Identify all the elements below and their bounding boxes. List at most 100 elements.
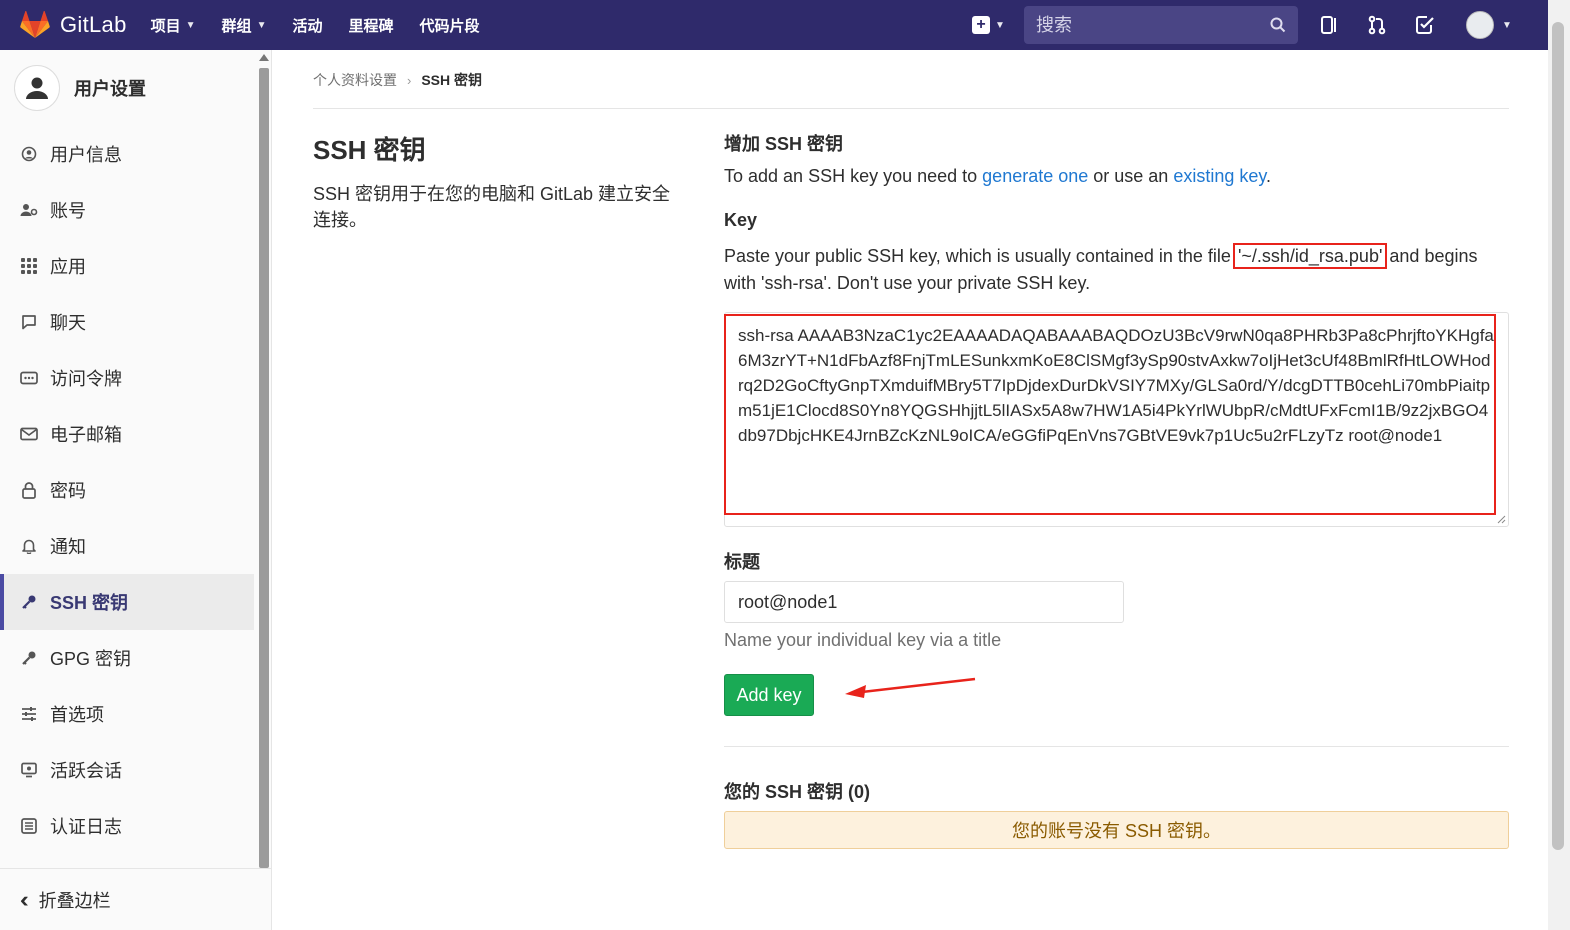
generate-one-link[interactable]: generate one [982, 166, 1088, 186]
brand-name: GitLab [60, 12, 127, 37]
preferences-icon [20, 705, 38, 723]
sidebar-item-label: 电子邮箱 [50, 425, 122, 445]
sidebar-item-applications[interactable]: 应用 [0, 238, 254, 294]
collapse-sidebar-label: 折叠边栏 [38, 890, 111, 911]
sidebar-item-auth-log[interactable]: 认证日志 [0, 798, 254, 854]
divider [724, 746, 1509, 747]
nav-milestones-label: 里程碑 [348, 17, 394, 35]
double-chevron-left-icon: ‹‹ [20, 886, 28, 912]
breadcrumb-parent[interactable]: 个人资料设置 [313, 70, 397, 90]
instructions-text: To add an SSH key you need to [724, 166, 983, 186]
sidebar-scrollbar[interactable] [258, 50, 270, 870]
nav-groups[interactable]: 群组 ▼ [222, 15, 267, 36]
gitlab-logo[interactable]: GitLab [20, 11, 127, 39]
account-icon [20, 201, 38, 219]
page-scrollbar-thumb[interactable] [1552, 22, 1564, 850]
existing-key-link[interactable]: existing key [1173, 166, 1266, 186]
sidebar-item-label: 首选项 [50, 705, 104, 725]
sidebar-item-label: 密码 [50, 481, 86, 501]
sidebar-item-ssh-keys[interactable]: SSH 密钥 [0, 574, 254, 630]
sidebar-item-emails[interactable]: 电子邮箱 [0, 406, 254, 462]
user-menu[interactable]: ▼ [1466, 11, 1512, 39]
sidebar-item-label: SSH 密钥 [50, 593, 129, 613]
scroll-up-icon[interactable] [259, 54, 269, 61]
sidebar-item-label: 账号 [50, 201, 86, 221]
sidebar-item-label: 认证日志 [50, 817, 122, 837]
chevron-down-icon: ▼ [185, 19, 196, 31]
sidebar-item-label: 用户信息 [50, 145, 122, 165]
search-icon[interactable] [1270, 17, 1286, 33]
key-textarea[interactable]: ssh-rsa AAAAB3NzaC1yc2EAAAADAQABAAABAQDO… [724, 312, 1509, 527]
breadcrumb: 个人资料设置 › SSH 密钥 [313, 70, 482, 90]
key-help: Paste your public SSH key, which is usua… [724, 243, 1509, 297]
instructions-text: or use an [1088, 166, 1174, 186]
monitor-icon [20, 761, 38, 779]
divider [313, 108, 1509, 109]
sidebar-item-label: 应用 [50, 257, 86, 277]
issues-icon[interactable] [1318, 14, 1340, 36]
sidebar-item-access-tokens[interactable]: 访问令牌 [0, 350, 254, 406]
nav-snippets-label: 代码片段 [419, 17, 480, 35]
sidebar-item-chat[interactable]: 聊天 [0, 294, 254, 350]
key-textarea-value[interactable]: ssh-rsa AAAAB3NzaC1yc2EAAAADAQABAAABAQDO… [738, 323, 1495, 503]
sidebar-item-account[interactable]: 账号 [0, 182, 254, 238]
page-description: SSH 密钥用于在您的电脑和 GitLab 建立安全连接。 [313, 184, 671, 230]
main-nav: 项目 ▼ 群组 ▼ 活动 里程碑 代码片段 [151, 15, 506, 36]
intro-section: SSH 密钥 SSH 密钥用于在您的电脑和 GitLab 建立安全连接。 [313, 130, 683, 233]
sidebar-item-label: 通知 [50, 537, 86, 557]
search-input[interactable] [1036, 14, 1270, 36]
resize-handle-icon[interactable] [1496, 514, 1506, 524]
mail-icon [20, 425, 38, 443]
your-keys-heading: 您的 SSH 密钥 (0) [724, 782, 871, 802]
nav-projects-label: 项目 [150, 17, 181, 35]
plus-square-icon: + [972, 16, 990, 34]
sidebar-title: 用户设置 [74, 79, 146, 99]
key-label: Key [724, 210, 758, 230]
sidebar-item-label: 聊天 [50, 313, 86, 333]
breadcrumb-current: SSH 密钥 [421, 72, 483, 88]
user-icon [14, 65, 60, 111]
sidebar-header[interactable]: 用户设置 [0, 50, 271, 126]
title-help: Name your individual key via a title [724, 630, 1002, 650]
todo-icon[interactable] [1414, 14, 1436, 36]
sidebar-item-preferences[interactable]: 首选项 [0, 686, 254, 742]
nav-activity[interactable]: 活动 [292, 15, 322, 36]
nav-projects[interactable]: 项目 ▼ [151, 15, 196, 36]
instructions-text: . [1266, 166, 1272, 186]
nav-activity-label: 活动 [292, 17, 323, 35]
add-key-button[interactable]: Add key [724, 674, 814, 716]
form-instructions: To add an SSH key you need to generate o… [724, 166, 1271, 187]
nav-groups-label: 群组 [221, 17, 252, 35]
nav-milestones[interactable]: 里程碑 [348, 15, 393, 36]
form-heading: 增加 SSH 密钥 [724, 134, 844, 154]
chevron-down-icon: ▼ [256, 19, 267, 31]
tanuki-icon [20, 11, 50, 38]
chevron-right-icon: › [407, 72, 412, 88]
log-icon [20, 817, 38, 835]
avatar [1466, 11, 1494, 39]
sidebar-item-active-sessions[interactable]: 活跃会话 [0, 742, 254, 798]
sidebar-item-gpg-keys[interactable]: GPG 密钥 [0, 630, 254, 686]
title-label: 标题 [724, 552, 760, 572]
key-help-text: Paste your public SSH key, which is usua… [724, 246, 1236, 266]
chat-icon [20, 313, 38, 331]
search-box[interactable] [1024, 6, 1298, 44]
page-title: SSH 密钥 [313, 135, 426, 165]
annotation-arrow-icon [845, 677, 976, 698]
applications-icon [20, 257, 38, 275]
merge-request-icon[interactable] [1366, 14, 1388, 36]
profile-icon [20, 145, 38, 163]
top-navbar: GitLab 项目 ▼ 群组 ▼ 活动 里程碑 代码片段 + ▼ ▼ [0, 0, 1548, 50]
sidebar-item-notifications[interactable]: 通知 [0, 518, 254, 574]
page-scrollbar[interactable] [1548, 0, 1570, 930]
sidebar-scrollbar-thumb[interactable] [259, 68, 269, 868]
key-icon [20, 649, 38, 667]
key-file-path: '~/.ssh/id_rsa.pub' [1232, 243, 1388, 269]
sidebar-item-password[interactable]: 密码 [0, 462, 254, 518]
title-input[interactable] [724, 581, 1124, 623]
nav-snippets[interactable]: 代码片段 [420, 15, 480, 36]
collapse-sidebar-button[interactable]: ‹‹ 折叠边栏 [0, 868, 272, 930]
sidebar-item-label: 活跃会话 [50, 761, 122, 781]
new-dropdown-button[interactable]: + ▼ [972, 16, 1005, 34]
sidebar-item-profile[interactable]: 用户信息 [0, 126, 254, 182]
